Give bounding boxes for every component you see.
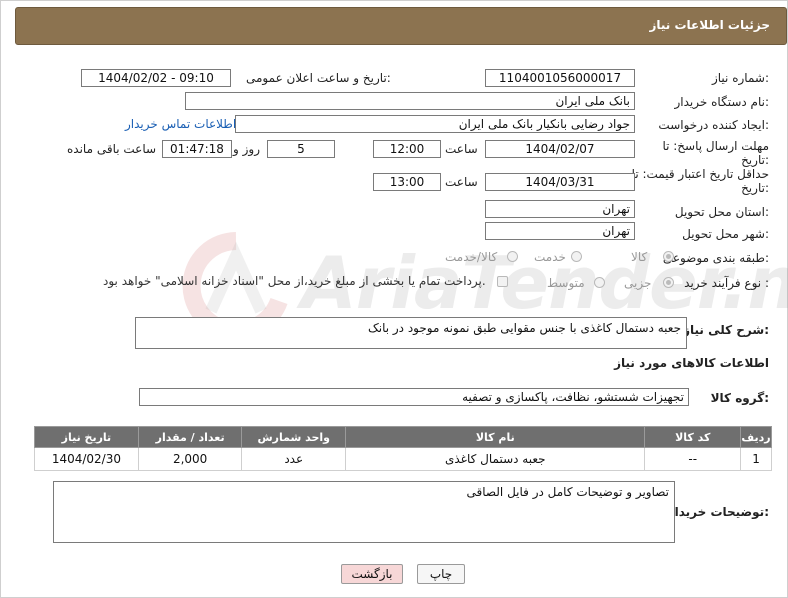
category-radio-service[interactable] [571,251,582,262]
category-option-both: کالا/خدمت [445,250,498,264]
col-unit: واحد شمارش [241,426,347,448]
province-label: استان محل تحویل: [674,205,769,219]
col-row: ردیف [740,426,772,448]
treasury-checkbox[interactable] [497,276,508,287]
announce-label: تاریخ و ساعت اعلان عمومی: [246,71,391,85]
deadline-date-field: 1404/02/07 [485,140,635,158]
creator-field: جواد رضایی بانکیار بانک ملی ایران [235,115,635,133]
validity-time-field: 13:00 [373,173,441,191]
page-title: جزئیات اطلاعات نیاز [649,18,770,32]
validity-label: حداقل تاریخ اعتبار قیمت: تا تاریخ: [631,167,769,195]
process-radio-minor[interactable] [663,277,674,288]
payment-note: پرداخت تمام یا بخشی از مبلغ خرید،از محل … [103,274,486,288]
cell-code: -- [644,447,742,471]
process-option-minor: جزیی [624,276,652,290]
announce-field: 1404/02/02 - 09:10 [81,69,231,87]
buyer-label: نام دستگاه خریدار: [674,95,770,109]
category-radio-goods[interactable] [663,251,674,262]
print-button[interactable]: چاپ [417,564,465,584]
col-code: کد کالا [644,426,742,448]
days-field: 5 [267,140,335,158]
creator-label: ایجاد کننده درخواست: [658,118,769,132]
need-number-label: شماره نیاز: [711,71,769,85]
buyer-notes-text: تصاویر و توضیحات کامل در فایل الصاقی [466,485,669,499]
header-bar: جزئیات اطلاعات نیاز [15,7,787,45]
category-radio-both[interactable] [507,251,518,262]
process-radio-medium[interactable] [594,277,605,288]
cell-unit: عدد [241,447,347,471]
table-row: 1 -- جعبه دستمال کاغذی عدد 2,000 1404/02… [34,447,772,471]
buyer-field: بانک ملی ایران [185,92,635,110]
category-label: طبقه بندی موضوعی: [662,251,769,265]
cell-name: جعبه دستمال کاغذی [345,447,646,471]
process-option-medium: متوسط [547,276,585,290]
back-button[interactable]: بازگشت [341,564,403,584]
description-text: جعبه دستمال کاغذی با جنس مقوایی طبق نمون… [367,321,681,335]
province-field: تهران [485,200,635,218]
page-frame: جزئیات اطلاعات نیاز AriaTender.neT TENDE… [0,0,788,598]
col-date: تاریخ نیاز [34,426,139,448]
col-name: نام کالا [345,426,646,448]
goods-group-field: تجهیزات شستشو، نظافت، پاکسازی و تصفیه [139,388,689,406]
items-table: ردیف کد کالا نام کالا واحد شمارش تعداد /… [34,426,772,471]
validity-date-field: 1404/03/31 [485,173,635,191]
days-label: روز و [233,142,260,156]
cell-qty: 2,000 [137,447,243,471]
contact-buyer-link[interactable]: اطلاعات تماس خریدار [125,117,236,131]
category-option-service: خدمت [534,250,566,264]
buyer-notes-label: توضیحات خریدار: [667,505,769,519]
remaining-label: ساعت باقی مانده [67,142,157,156]
buyer-notes-textarea: تصاویر و توضیحات کامل در فایل الصاقی [53,481,675,543]
deadline-time-field: 12:00 [373,140,441,158]
description-label: شرح کلی نیاز: [683,323,769,337]
deadline-label: مهلت ارسال پاسخ: تا تاریخ: [662,139,769,167]
goods-section-title: اطلاعات کالاهای مورد نیاز [614,356,769,370]
remaining-time-field: 01:47:18 [162,140,232,158]
col-qty: تعداد / مقدار [137,426,243,448]
need-number-field: 1104001056000017 [485,69,635,87]
cell-row: 1 [740,447,772,471]
process-label: نوع فرآیند خرید : [684,276,769,290]
deadline-time-label: ساعت [445,142,478,156]
cell-date: 1404/02/30 [34,447,139,471]
description-textarea: جعبه دستمال کاغذی با جنس مقوایی طبق نمون… [135,317,687,349]
table-header-row: ردیف کد کالا نام کالا واحد شمارش تعداد /… [34,426,772,448]
goods-group-label: گروه کالا: [710,391,769,405]
category-option-goods: کالا [631,250,648,264]
city-label: شهر محل تحویل: [682,227,769,241]
validity-time-label: ساعت [445,175,478,189]
city-field: تهران [485,222,635,240]
